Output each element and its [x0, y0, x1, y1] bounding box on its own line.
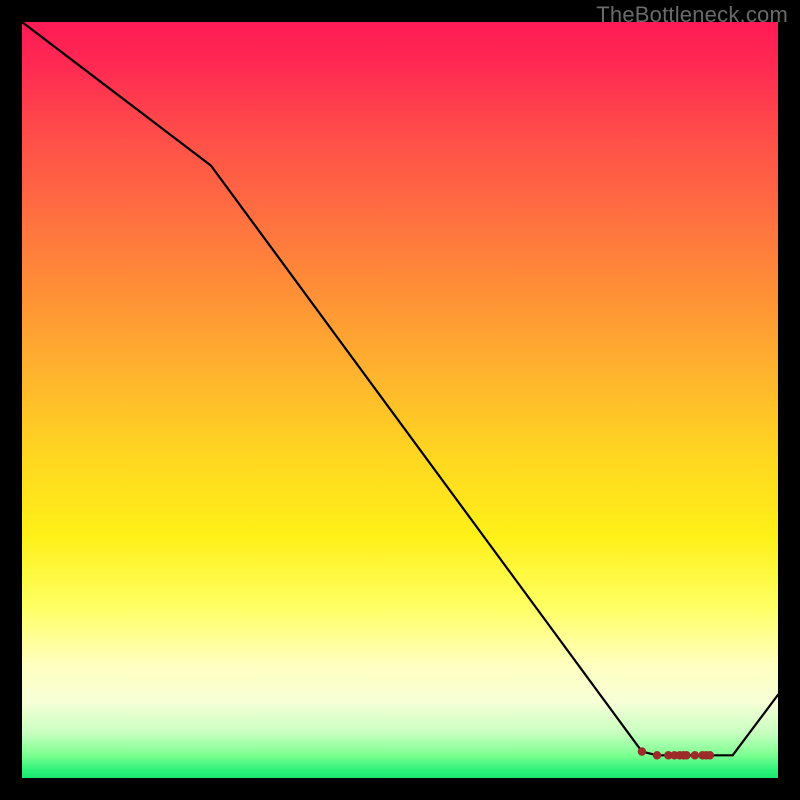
data-marker: [691, 751, 699, 759]
data-line: [22, 22, 778, 755]
data-marker: [682, 751, 690, 759]
watermark-text: TheBottleneck.com: [596, 2, 788, 28]
data-marker: [706, 751, 714, 759]
data-marker: [638, 747, 646, 755]
chart-overlay: [22, 22, 778, 778]
plot-area: [22, 22, 778, 778]
data-marker: [653, 751, 661, 759]
chart-container: TheBottleneck.com: [0, 0, 800, 800]
